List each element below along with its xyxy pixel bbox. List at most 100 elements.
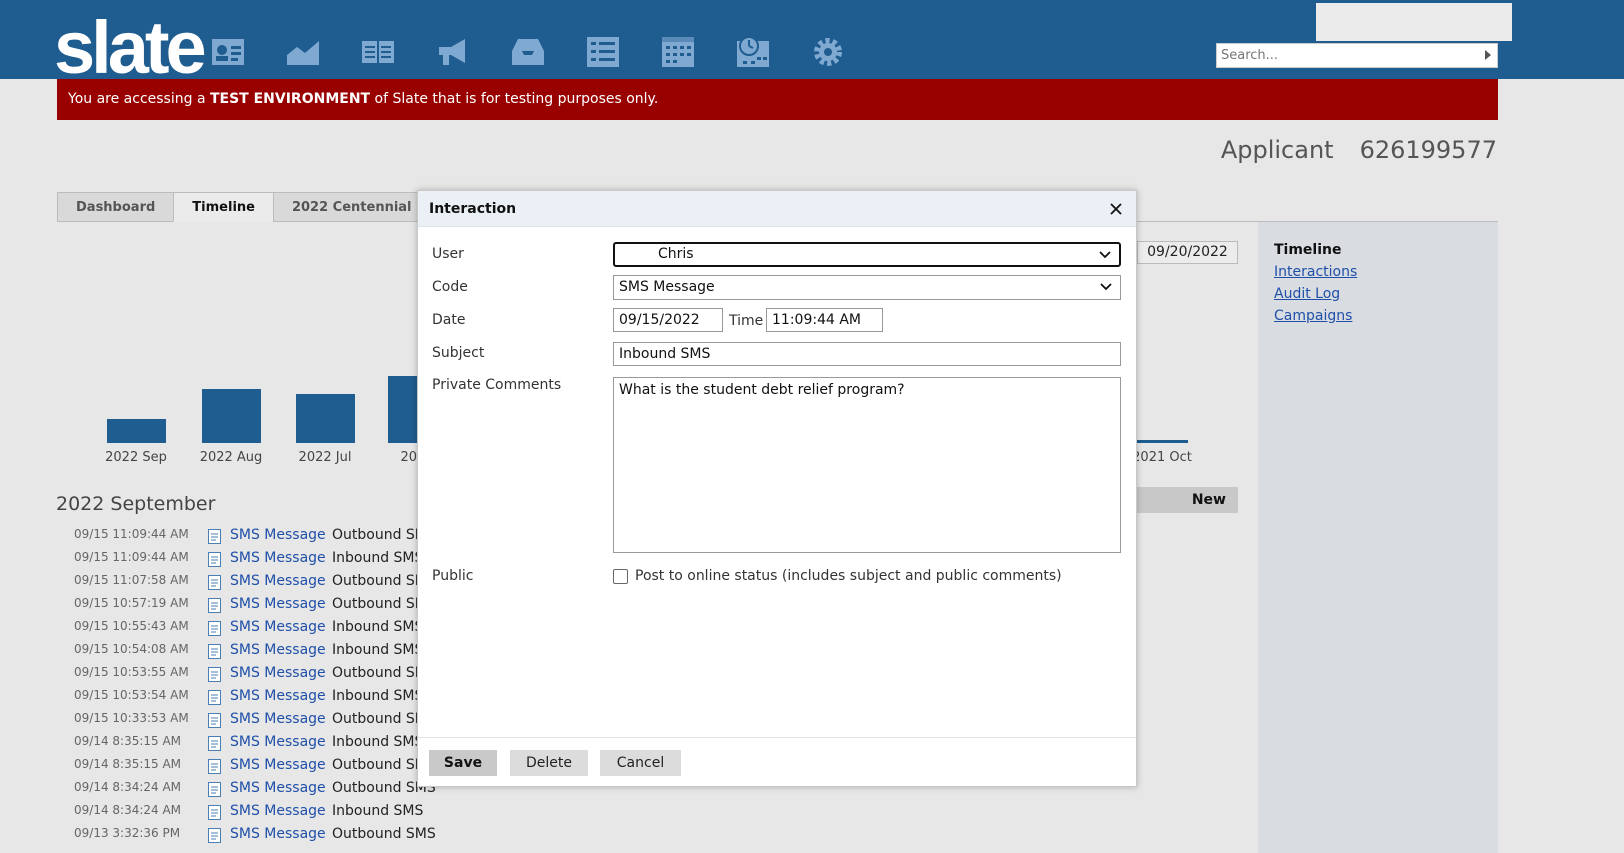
record-id: 626199577 — [1359, 136, 1497, 164]
timeline-type-link[interactable]: SMS Message — [230, 826, 326, 842]
record-type: Applicant — [1220, 136, 1334, 164]
user-select[interactable]: Chris — [613, 242, 1121, 267]
timeline-type-link[interactable]: SMS Message — [230, 573, 326, 589]
code-label: Code — [432, 279, 468, 295]
chart-bar[interactable] — [201, 389, 261, 443]
book-icon[interactable] — [358, 34, 398, 70]
date-label: Date — [432, 312, 466, 328]
timeline-time: 09/14 8:35:15 AM — [74, 757, 182, 771]
timeline-row: 09/14 8:35:15 AM SMS Message Inbound SMS — [74, 731, 434, 753]
clock-icon[interactable] — [733, 34, 773, 70]
list-icon[interactable] — [583, 34, 623, 70]
message-icon — [208, 690, 221, 705]
timeline-row: 09/15 10:55:43 AM SMS Message Inbound SMS — [74, 616, 434, 638]
timeline-time: 09/13 3:32:36 PM — [74, 826, 181, 840]
new-interaction-button[interactable]: New Interaction — [1120, 487, 1238, 513]
timeline-type-link[interactable]: SMS Message — [230, 619, 326, 635]
timeline-row: 09/15 10:54:08 AM SMS Message Inbound SMS — [74, 639, 434, 661]
megaphone-icon[interactable] — [433, 34, 473, 70]
timeline-description: Inbound SMS — [332, 734, 424, 750]
chevron-down-icon — [1099, 251, 1111, 259]
timeline-row: 09/14 8:34:24 AM SMS Message Inbound SMS — [74, 800, 434, 822]
code-select-value: SMS Message — [619, 279, 715, 295]
cancel-button[interactable]: Cancel — [600, 750, 681, 776]
sidebar-link-interactions[interactable]: Interactions — [1274, 264, 1482, 280]
timeline-row: 09/14 8:35:15 AM SMS Message Outbound SMS — [74, 754, 436, 776]
header-blank-box — [1316, 3, 1512, 41]
test-environment-banner: You are accessing a TEST ENVIRONMENT of … — [57, 79, 1498, 120]
tab-dashboard[interactable]: Dashboard — [57, 192, 174, 222]
timeline-type-link[interactable]: SMS Message — [230, 642, 326, 658]
timeline-type-link[interactable]: SMS Message — [230, 550, 326, 566]
message-icon — [208, 713, 221, 728]
dialog-header: Interaction — [418, 191, 1136, 227]
timeline-type-link[interactable]: SMS Message — [230, 734, 326, 750]
message-icon — [208, 598, 221, 613]
sidebar-link-audit-log[interactable]: Audit Log — [1274, 286, 1482, 302]
close-icon[interactable] — [1106, 191, 1126, 227]
private-comments-field[interactable] — [613, 377, 1121, 553]
post-online-checkbox[interactable] — [613, 569, 628, 584]
timeline-row: 09/15 11:09:44 AM SMS Message Outbound SMS — [74, 524, 436, 546]
timeline-row: 09/15 10:53:55 AM SMS Message Outbound SMS — [74, 662, 436, 684]
timeline-description: Inbound SMS — [332, 642, 424, 658]
timeline-type-link[interactable]: SMS Message — [230, 757, 326, 773]
chart-icon[interactable] — [283, 34, 323, 70]
slate-logo[interactable]: slate — [54, 11, 207, 85]
time-label: Time — [729, 313, 764, 329]
private-comments-label: Private Comments — [432, 377, 562, 393]
message-icon — [208, 575, 221, 590]
tab-timeline[interactable]: Timeline — [173, 192, 273, 222]
message-icon — [208, 782, 221, 797]
sidebar-title: Timeline — [1274, 242, 1342, 258]
timeline-row: 09/15 10:33:53 AM SMS Message Outbound SMS — [74, 708, 436, 730]
message-icon — [208, 828, 221, 843]
post-online-label: Post to online status (includes subject … — [635, 568, 1062, 584]
time-field[interactable]: 11:09:44 AM — [766, 308, 883, 332]
timeline-time: 09/14 8:34:24 AM — [74, 803, 182, 817]
calendar-icon[interactable] — [658, 34, 698, 70]
user-label: User — [432, 246, 464, 262]
gear-icon[interactable] — [808, 34, 848, 70]
chart-bar[interactable] — [295, 394, 355, 443]
timeline-type-link[interactable]: SMS Message — [230, 665, 326, 681]
person-card-icon[interactable] — [208, 34, 248, 70]
banner-prefix: You are accessing a — [68, 91, 210, 107]
banner-suffix: of Slate that is for testing purposes on… — [370, 91, 659, 107]
timeline-time: 09/15 11:09:44 AM — [74, 527, 189, 541]
timeline-row: 09/15 11:07:58 AM SMS Message Outbound SMS — [74, 570, 436, 592]
record-tabs: Dashboard Timeline 2022 Centennial ... — [57, 192, 450, 222]
chart-bar[interactable] — [1136, 440, 1188, 443]
subject-label: Subject — [432, 345, 485, 361]
timeline-type-link[interactable]: SMS Message — [230, 527, 326, 543]
search-arrow-icon[interactable] — [1485, 50, 1491, 60]
interaction-dialog: Interaction User Chris Code SMS Message … — [417, 190, 1137, 787]
public-label: Public — [432, 568, 474, 584]
date-filter-field[interactable]: 09/20/2022 — [1137, 241, 1238, 264]
timeline-type-link[interactable]: SMS Message — [230, 803, 326, 819]
search-input[interactable] — [1217, 44, 1467, 67]
chart-bar[interactable] — [106, 419, 166, 443]
delete-button[interactable]: Delete — [510, 750, 588, 776]
timeline-type-link[interactable]: SMS Message — [230, 596, 326, 612]
record-heading: Applicant 626199577 — [1221, 136, 1497, 164]
user-select-value: Chris — [658, 246, 694, 262]
dialog-title: Interaction — [429, 201, 517, 217]
message-icon — [208, 644, 221, 659]
message-icon — [208, 552, 221, 567]
sidebar-link-campaigns[interactable]: Campaigns — [1274, 308, 1482, 324]
subject-field[interactable]: Inbound SMS — [613, 342, 1121, 366]
save-button[interactable]: Save — [429, 750, 497, 776]
timeline-time: 09/15 11:07:58 AM — [74, 573, 189, 587]
timeline-type-link[interactable]: SMS Message — [230, 780, 326, 796]
timeline-type-link[interactable]: SMS Message — [230, 688, 326, 704]
timeline-row: 09/15 11:09:44 AM SMS Message Inbound SMS — [74, 547, 434, 569]
date-field[interactable]: 09/15/2022 — [613, 308, 723, 332]
timeline-type-link[interactable]: SMS Message — [230, 711, 326, 727]
timeline-time: 09/15 10:33:53 AM — [74, 711, 189, 725]
search-box — [1216, 43, 1498, 68]
timeline-time: 09/14 8:35:15 AM — [74, 734, 182, 748]
code-select[interactable]: SMS Message — [613, 275, 1121, 300]
timeline-row: 09/13 3:32:36 PM SMS Message Outbound SMS — [74, 823, 436, 845]
inbox-icon[interactable] — [508, 34, 548, 70]
